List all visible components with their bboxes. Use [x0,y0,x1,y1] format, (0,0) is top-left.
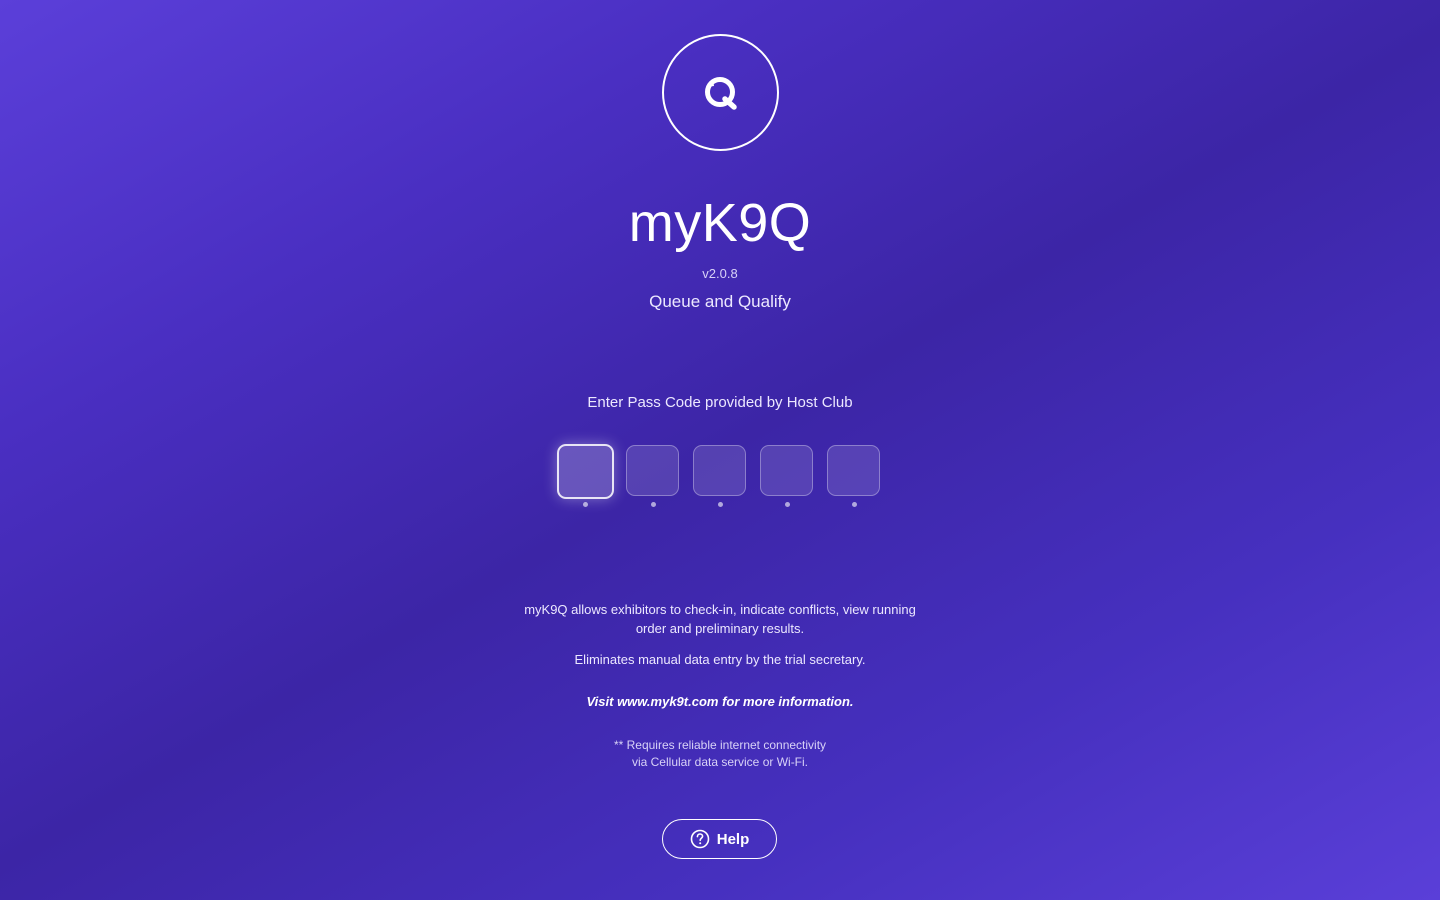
app-tagline: Queue and Qualify [649,292,791,311]
passcode-digit-5[interactable] [827,445,880,496]
passcode-digit-1[interactable] [557,444,614,499]
help-button[interactable]: Help [662,819,777,859]
app-version: v2.0.8 [702,266,738,281]
visit-website-note: Visit www.myk9t.com for more information… [586,694,854,709]
help-button-label: Help [716,830,750,848]
requirement-line-2: via Cellular data service or Wi-Fi. [631,755,809,769]
passcode-digit-5-dot [852,502,857,507]
question-circle-icon [690,829,710,849]
login-page: myK9Q v2.0.8 Queue and Qualify Enter Pas… [0,0,1440,900]
passcode-prompt: Enter Pass Code provided by Host Club [587,394,853,411]
app-description: myK9Q allows exhibitors to check-in, ind… [524,602,916,636]
passcode-digit-4[interactable] [760,445,813,496]
passcode-digit-2[interactable] [626,445,679,496]
connectivity-requirement: ** Requires reliable internet connectivi… [520,737,920,771]
passcode-input-group [557,444,883,510]
app-logo [662,34,779,151]
passcode-digit-2-dot [651,502,656,507]
requirement-line-1: ** Requires reliable internet connectivi… [613,738,827,752]
myk9q-logo-q-icon [704,76,737,110]
passcode-digit-3-dot [718,502,723,507]
app-eliminates-note: Eliminates manual data entry by the tria… [574,652,866,667]
passcode-digit-4-dot [785,502,790,507]
app-name: myK9Q [628,193,812,253]
passcode-digit-3[interactable] [693,445,746,496]
passcode-digit-1-dot [583,502,588,507]
